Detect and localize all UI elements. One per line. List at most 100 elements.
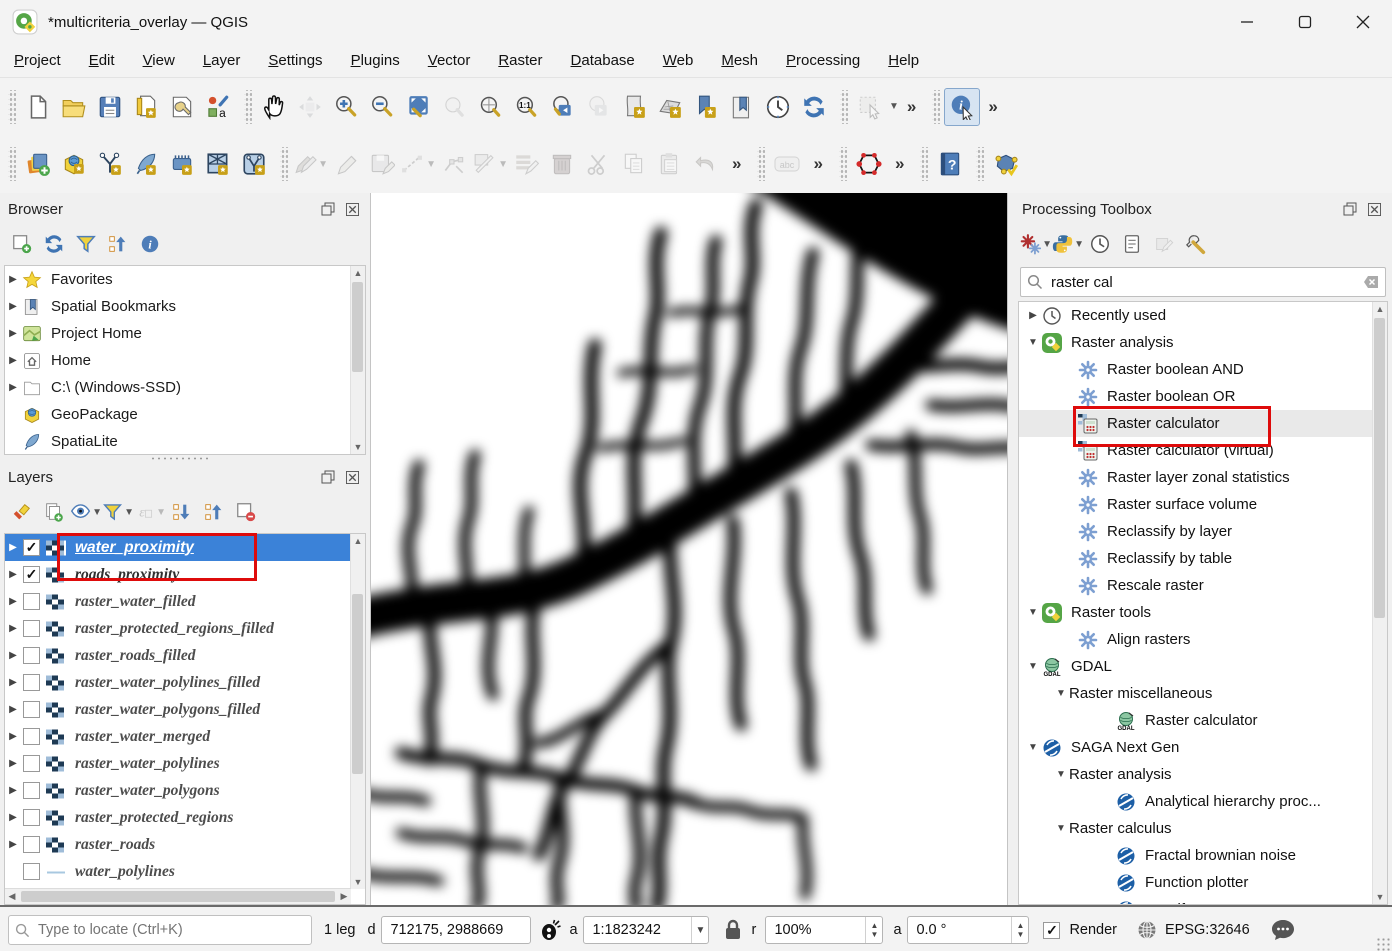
show-spatial-bookmarks-button[interactable] <box>724 87 760 127</box>
menu-vector[interactable]: Vector <box>428 52 471 69</box>
rotation-spinbox[interactable]: 0.0 ° ▲▼ <box>907 916 1029 944</box>
layer-item[interactable]: ▶raster_roads_filled <box>5 642 351 669</box>
open-project-button[interactable] <box>56 87 92 127</box>
toolbar-overflow-icon[interactable]: » <box>805 154 830 174</box>
layers-scrollbar[interactable]: ▲ ▼ <box>350 534 365 889</box>
toolbar-overflow-icon[interactable]: » <box>887 154 912 174</box>
crs-globe-icon[interactable] <box>1137 920 1157 940</box>
processing-options-button[interactable] <box>1180 228 1212 260</box>
spinner-arrows-icon[interactable]: ▲▼ <box>1011 917 1028 943</box>
layer-item[interactable]: ▶raster_roads <box>5 831 351 858</box>
layer-checkbox[interactable] <box>23 782 40 799</box>
layers-close-button[interactable] <box>342 468 362 486</box>
new-vector-layer-button[interactable] <box>236 144 272 184</box>
toolbar-grip[interactable] <box>8 90 16 124</box>
ptree-raster-calculator-virtual[interactable]: Raster calculator (virtual) <box>1019 437 1373 464</box>
layers-hscrollbar[interactable]: ◀ ▶ <box>5 888 351 904</box>
new-project-button[interactable] <box>20 87 56 127</box>
remove-layer-button[interactable] <box>230 496 262 528</box>
ptree-raster-calculator[interactable]: Raster calculator <box>1019 410 1373 437</box>
browser-item-project-home[interactable]: ▶Project Home <box>5 320 351 347</box>
menu-settings[interactable]: Settings <box>268 52 322 69</box>
collapse-all-button[interactable] <box>198 496 230 528</box>
scale-dropdown-icon[interactable]: ▼ <box>691 917 708 943</box>
save-project-button[interactable] <box>92 87 128 127</box>
ptree-saga-raster-analysis[interactable]: ▼Raster analysis <box>1019 761 1373 788</box>
locate-input[interactable] <box>36 921 270 939</box>
digitize-segment-button[interactable]: ▼ <box>400 144 436 184</box>
new-spatialite-layer-button[interactable] <box>128 144 164 184</box>
toolbar-grip[interactable] <box>8 147 16 181</box>
ptree-raster-boolean-or[interactable]: Raster boolean OR <box>1019 383 1373 410</box>
zoom-in-button[interactable] <box>328 87 364 127</box>
browser-refresh-button[interactable] <box>38 228 70 260</box>
maximize-button[interactable] <box>1276 0 1334 44</box>
mouse-position-icon[interactable] <box>537 917 563 943</box>
layer-checkbox[interactable] <box>23 755 40 772</box>
layer-checkbox[interactable] <box>23 620 40 637</box>
edit-features-in-place-button[interactable] <box>1148 228 1180 260</box>
layout-manager-button[interactable] <box>164 87 200 127</box>
layer-item[interactable]: ▶raster_water_polygons <box>5 777 351 804</box>
layer-checkbox[interactable] <box>23 647 40 664</box>
layers-float-button[interactable] <box>318 468 338 486</box>
filter-legend-button[interactable]: ▼ <box>102 496 134 528</box>
toolbar-overflow-icon[interactable]: » <box>724 154 749 174</box>
layer-checkbox[interactable]: ✓ <box>23 566 40 583</box>
processing-float-button[interactable] <box>1340 200 1360 218</box>
toolbar-grip[interactable] <box>757 147 765 181</box>
data-source-manager-button[interactable] <box>20 144 56 184</box>
menu-edit[interactable]: Edit <box>89 52 115 69</box>
browser-item-home[interactable]: ▶Home <box>5 347 351 374</box>
layer-checkbox[interactable] <box>23 701 40 718</box>
layer-checkbox[interactable] <box>23 593 40 610</box>
toolbar-grip[interactable] <box>920 147 928 181</box>
menu-processing[interactable]: Processing <box>786 52 860 69</box>
lock-scale-icon[interactable] <box>723 919 743 941</box>
pan-to-selection-button[interactable] <box>292 87 328 127</box>
open-layer-styling-button[interactable] <box>6 496 38 528</box>
close-button[interactable] <box>1334 0 1392 44</box>
cut-features-button[interactable] <box>580 144 616 184</box>
ptree-align-rasters[interactable]: Align rasters <box>1019 626 1373 653</box>
vertex-tool-button[interactable] <box>436 144 472 184</box>
menu-raster[interactable]: Raster <box>498 52 542 69</box>
browser-item-spatialite[interactable]: SpatiaLite <box>5 428 351 455</box>
ptree-recently-used[interactable]: ▶Recently used <box>1019 302 1373 329</box>
zoom-out-button[interactable] <box>364 87 400 127</box>
menu-database[interactable]: Database <box>571 52 635 69</box>
layer-item[interactable]: ▶raster_water_filled <box>5 588 351 615</box>
layer-item[interactable]: ▶raster_protected_regions <box>5 804 351 831</box>
toolbar-grip[interactable] <box>839 147 847 181</box>
temporal-controller-button[interactable] <box>760 87 796 127</box>
new-print-layout-button[interactable] <box>128 87 164 127</box>
current-edits-button[interactable]: ▼ <box>292 144 328 184</box>
scale-combo[interactable]: 1:1823242 ▼ <box>583 916 709 944</box>
browser-item-spatial-bookmarks[interactable]: ▶Spatial Bookmarks <box>5 293 351 320</box>
toolbar-grip[interactable] <box>280 147 288 181</box>
ptree-raster-surface-volume[interactable]: Raster surface volume <box>1019 491 1373 518</box>
new-spatial-bookmark-button[interactable] <box>688 87 724 127</box>
processing-search-input[interactable] <box>1049 273 1359 292</box>
add-selected-layers-button[interactable] <box>6 228 38 260</box>
ptree-fuzzify[interactable]: Fuzzify <box>1019 896 1373 904</box>
menu-view[interactable]: View <box>143 52 175 69</box>
layer-item-water-proximity[interactable]: ▶✓water_proximity <box>5 534 351 561</box>
menu-mesh[interactable]: Mesh <box>721 52 758 69</box>
processing-close-button[interactable] <box>1364 200 1384 218</box>
labels-button[interactable]: abc <box>769 144 805 184</box>
toolbar-grip[interactable] <box>976 147 984 181</box>
coordinate-field[interactable]: 712175, 2988669 <box>381 916 531 944</box>
expand-all-button[interactable] <box>166 496 198 528</box>
browser-item-favorites[interactable]: ▶Favorites <box>5 266 351 293</box>
python-console-button[interactable]: ▼ <box>1052 228 1084 260</box>
toggle-editing-button[interactable] <box>328 144 364 184</box>
layer-checkbox[interactable] <box>23 809 40 826</box>
zoom-next-button[interactable] <box>580 87 616 127</box>
ptree-function-plotter[interactable]: Function plotter <box>1019 869 1373 896</box>
ptree-analytical-hierarchy[interactable]: Analytical hierarchy proc... <box>1019 788 1373 815</box>
layer-checkbox[interactable] <box>23 674 40 691</box>
modify-attributes-button[interactable]: ▼ <box>472 144 508 184</box>
messages-icon[interactable] <box>1270 918 1296 942</box>
zoom-last-button[interactable] <box>544 87 580 127</box>
